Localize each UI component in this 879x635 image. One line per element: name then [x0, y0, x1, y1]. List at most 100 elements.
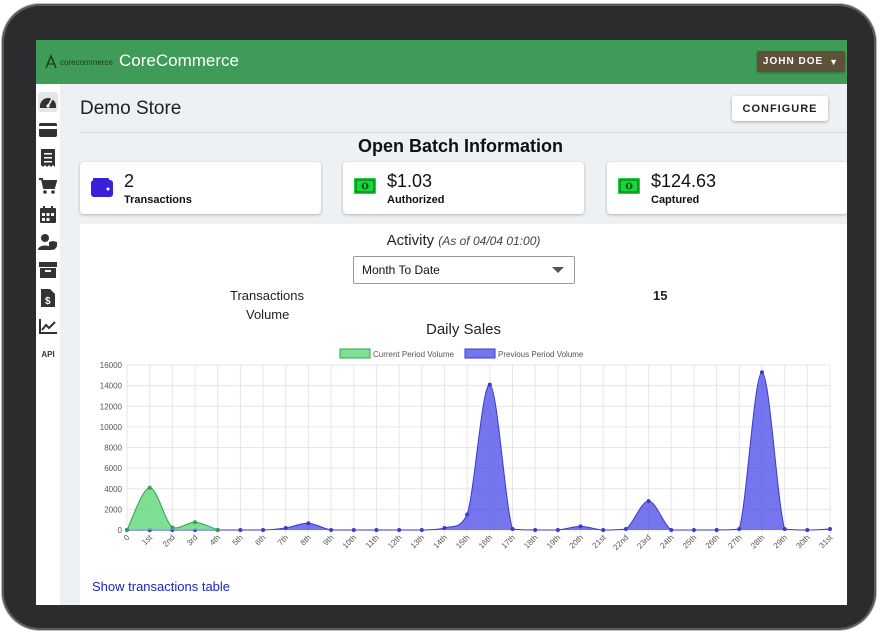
transactions-count: 2: [124, 171, 135, 191]
x-tick-label: 22nd: [611, 533, 630, 552]
invoice-dollar-icon: $: [41, 289, 55, 307]
y-tick-label: 0: [118, 526, 123, 535]
data-point: [691, 528, 696, 532]
sidebar-item-customers[interactable]: [38, 232, 58, 252]
legend-label: Current Period Volume: [373, 350, 454, 359]
x-tick-label: 23rd: [635, 533, 653, 551]
x-tick-label: 11th: [364, 533, 381, 550]
sidebar-item-api[interactable]: API: [38, 344, 58, 364]
x-tick-label: 16th: [477, 533, 494, 550]
logo-text: corecommerce: [60, 57, 113, 67]
sidebar-item-calendar[interactable]: [38, 204, 58, 224]
x-tick-label: 15th: [454, 533, 471, 550]
chart-line-icon: [39, 318, 57, 334]
data-point: [465, 512, 470, 517]
data-point: [510, 526, 515, 531]
y-tick-label: 2000: [104, 505, 122, 514]
sidebar-item-payments[interactable]: [38, 120, 58, 140]
data-point: [215, 528, 220, 532]
x-tick-label: 12th: [386, 533, 403, 550]
authorized-card: $1.03 Authorized: [343, 162, 584, 214]
logo-mark-icon: [45, 54, 57, 69]
wallet-icon: [91, 178, 113, 197]
sidebar-item-products[interactable]: [38, 260, 58, 280]
data-point: [828, 526, 832, 531]
transactions-stat-value: 15: [653, 288, 668, 303]
x-tick-label: 9th: [321, 533, 335, 547]
x-tick-label: 28th: [749, 533, 766, 550]
data-point: [487, 382, 492, 387]
divider: [80, 132, 847, 133]
user-menu-button[interactable]: JOHN DOE ▼: [757, 51, 845, 72]
batch-title: Open Batch Information: [357, 136, 563, 156]
data-point: [714, 528, 719, 532]
brand-name[interactable]: CoreCommerce: [119, 51, 239, 71]
sidebar-item-reports[interactable]: [38, 316, 58, 336]
x-tick-label: 2nd: [161, 533, 177, 549]
x-tick-label: 0: [122, 533, 132, 543]
sidebar-item-dashboard[interactable]: [38, 92, 58, 112]
configure-button[interactable]: CONFIGURE: [732, 96, 828, 121]
data-point: [419, 528, 424, 532]
data-point: [238, 528, 243, 532]
activity-as-of: (As of 04/04 01:00): [438, 234, 541, 248]
data-point: [283, 525, 288, 530]
main-content: Demo Store CONFIGURE Open Batch Informat…: [60, 84, 847, 605]
data-point: [125, 528, 129, 532]
show-transactions-link[interactable]: Show transactions table: [92, 579, 230, 594]
transactions-stat-label: Transactions: [230, 288, 304, 303]
authorized-amount: $1.03: [387, 171, 433, 191]
sidebar-item-orders[interactable]: [38, 176, 58, 196]
data-point: [329, 528, 334, 532]
x-tick-label: 19th: [545, 533, 562, 550]
x-tick-label: 3rd: [185, 533, 200, 548]
legend-swatch: [464, 348, 496, 359]
x-tick-label: 27th: [726, 533, 743, 550]
captured-card: $124.63 Captured: [607, 162, 847, 214]
x-tick-label: 10th: [341, 533, 358, 550]
period-select[interactable]: Month To Date: [353, 256, 575, 284]
x-tick-label: 6th: [253, 533, 267, 547]
box-icon: [39, 262, 57, 278]
x-tick-label: 30th: [794, 533, 811, 550]
series-area: [127, 372, 830, 530]
volume-stat-label: Volume: [246, 307, 290, 322]
x-tick-label: 17th: [500, 533, 517, 550]
x-tick-label: 18th: [522, 533, 539, 550]
y-tick-label: 14000: [100, 382, 123, 391]
data-point: [601, 528, 606, 532]
x-tick-label: 26th: [704, 533, 721, 550]
sidebar-item-invoices[interactable]: $: [38, 288, 58, 308]
data-point: [261, 528, 266, 532]
x-tick-label: 25th: [681, 533, 698, 550]
data-point: [623, 526, 628, 531]
svg-text:$: $: [45, 296, 51, 307]
app-screen: corecommerce CoreCommerce JOHN DOE ▼ $ A…: [36, 40, 847, 605]
page-title: Demo Store: [80, 98, 182, 119]
data-point: [442, 525, 447, 530]
legend-swatch: [339, 348, 371, 359]
sidebar-item-receipts[interactable]: [38, 148, 58, 168]
x-tick-label: 20th: [568, 533, 585, 550]
data-point: [374, 528, 379, 532]
captured-amount: $124.63: [651, 171, 717, 191]
data-point: [533, 528, 538, 532]
money-icon: [354, 178, 376, 194]
data-point: [737, 526, 742, 531]
money-icon: [618, 178, 640, 194]
company-logo[interactable]: corecommerce: [44, 50, 113, 74]
y-tick-label: 12000: [100, 402, 123, 411]
dashboard-icon: [40, 98, 56, 108]
y-tick-label: 4000: [104, 485, 122, 494]
period-select-value: Month To Date: [362, 263, 440, 277]
legend-label: Previous Period Volume: [498, 350, 584, 359]
x-tick-label: 4th: [208, 533, 222, 547]
data-point: [669, 528, 674, 532]
caret-down-icon: [552, 267, 564, 273]
y-tick-label: 8000: [104, 444, 122, 453]
activity-heading: Activity (As of 04/04 01:00): [80, 232, 847, 249]
data-point: [578, 524, 583, 529]
data-point: [170, 525, 175, 530]
x-tick-label: 14th: [432, 533, 449, 550]
credit-card-icon: [39, 123, 57, 137]
